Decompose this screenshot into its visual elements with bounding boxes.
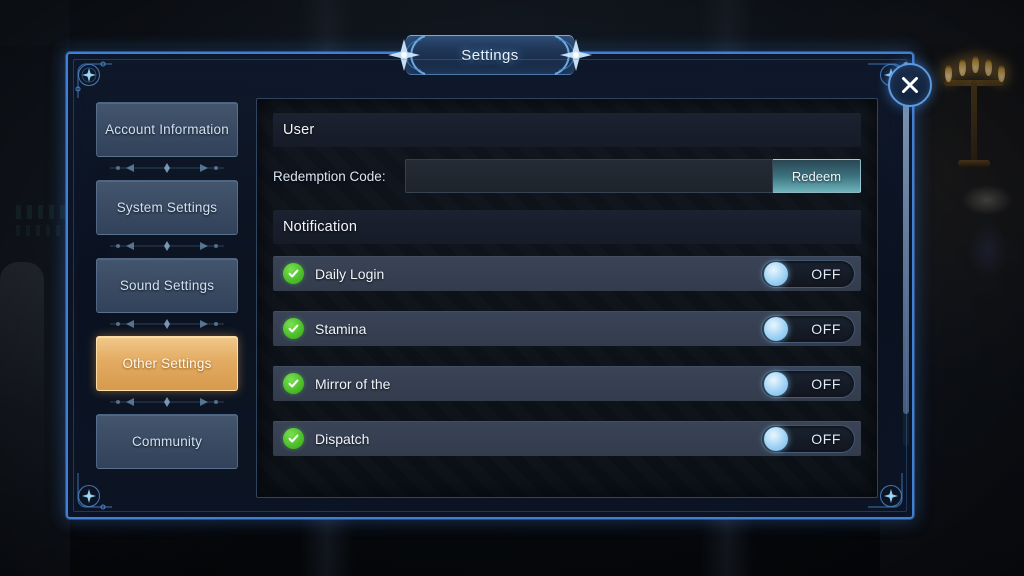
section-header-user-label: User — [283, 122, 315, 138]
toggle-knob — [764, 371, 788, 396]
sidebar-item-account-information[interactable]: Account Information — [96, 102, 238, 157]
section-header-notification-label: Notification — [283, 219, 358, 235]
notification-toggle[interactable]: OFF — [761, 424, 855, 453]
notification-toggle[interactable]: OFF — [761, 369, 855, 398]
settings-content-panel: User Redemption Code: Redeem Notificatio… — [256, 98, 878, 498]
toggle-state-label: OFF — [811, 265, 841, 282]
content-scrollbar-track[interactable] — [903, 62, 909, 446]
sidebar-divider — [96, 313, 238, 336]
check-circle-icon — [283, 428, 304, 449]
check-circle-icon — [283, 263, 304, 284]
sidebar-item-label: Community — [131, 434, 203, 449]
sidebar-item-sound-settings[interactable]: Sound Settings — [96, 258, 238, 313]
star-ornament-icon — [388, 35, 426, 75]
notification-label: Stamina — [315, 320, 367, 337]
notification-row-stamina: Stamina OFF — [273, 311, 861, 346]
settings-dialog: Settings Account Information System Sett… — [66, 35, 932, 519]
redemption-code-input[interactable] — [405, 159, 773, 193]
notification-toggle[interactable]: OFF — [761, 259, 855, 288]
section-header-notification: Notification — [273, 210, 861, 244]
redemption-code-label: Redemption Code: — [273, 168, 386, 184]
toggle-state-label: OFF — [811, 320, 841, 337]
page-title: Settings — [461, 46, 519, 64]
notification-label: Daily Login — [315, 265, 385, 282]
toggle-knob — [764, 316, 788, 341]
screen: Settings Account Information System Sett… — [0, 0, 1024, 576]
check-circle-icon — [283, 373, 304, 394]
sidebar-item-label: Account Information — [105, 122, 229, 137]
section-header-user: User — [273, 113, 861, 147]
notification-row-mirror-of-the: Mirror of the OFF — [273, 366, 861, 401]
sidebar-divider — [96, 235, 238, 258]
toggle-state-label: OFF — [811, 430, 841, 447]
sidebar-item-label: Other Settings — [122, 356, 212, 371]
notification-row-dispatch: Dispatch OFF — [273, 421, 861, 456]
check-circle-icon — [283, 318, 304, 339]
redeem-button[interactable]: Redeem — [773, 159, 861, 193]
sidebar-item-other-settings[interactable]: Other Settings — [96, 336, 238, 391]
star-ornament-icon — [554, 35, 592, 75]
content-scrollbar-thumb[interactable] — [903, 62, 909, 414]
sidebar-divider — [96, 157, 238, 180]
corner-ornament-icon — [75, 61, 112, 98]
toggle-knob — [764, 261, 788, 286]
toggle-knob — [764, 426, 788, 451]
notification-row-daily-login: Daily Login OFF — [273, 256, 861, 291]
redemption-code-row: Redemption Code: Redeem — [273, 159, 861, 193]
toggle-state-label: OFF — [811, 375, 841, 392]
notification-label: Dispatch — [315, 430, 370, 447]
sidebar-item-label: Sound Settings — [119, 278, 215, 293]
notification-label: Mirror of the — [315, 375, 391, 392]
sidebar-item-system-settings[interactable]: System Settings — [96, 180, 238, 235]
close-icon — [902, 77, 918, 93]
sidebar-divider — [96, 391, 238, 414]
dialog-title-banner: Settings — [379, 32, 601, 78]
close-button[interactable] — [888, 63, 932, 107]
sidebar-item-community[interactable]: Community — [96, 414, 238, 469]
notification-toggle[interactable]: OFF — [761, 314, 855, 343]
settings-sidebar: Account Information System Settings Soun… — [96, 102, 238, 494]
sidebar-item-label: System Settings — [116, 200, 218, 215]
